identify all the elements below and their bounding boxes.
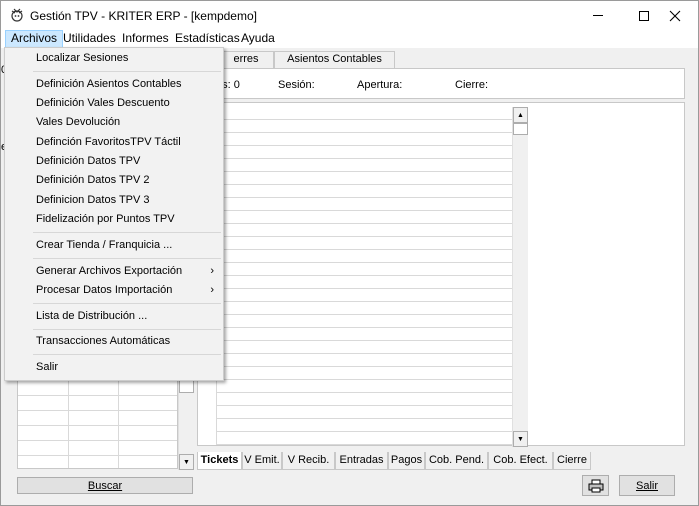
- tab-tickets[interactable]: Tickets: [197, 452, 242, 470]
- menu-item-fidelizacion[interactable]: Fidelización por Puntos TPV: [6, 210, 222, 229]
- menu-item-datos-tpv[interactable]: Definición Datos TPV: [6, 152, 222, 171]
- tab-pagos[interactable]: Pagos: [388, 452, 425, 470]
- menu-separator: [33, 232, 221, 233]
- cierre-label: Cierre:: [455, 79, 489, 91]
- minimize-icon: [593, 15, 603, 16]
- tab-asientos-contables[interactable]: Asientos Contables: [274, 51, 395, 68]
- menu-separator: [33, 258, 221, 259]
- menu-ayuda[interactable]: Ayuda: [236, 30, 280, 48]
- scroll-down-button[interactable]: ▼: [513, 431, 528, 447]
- main-window: Gestión TPV - KRITER ERP - [kempdemo] Ar…: [0, 0, 699, 506]
- menu-item-datos-tpv-2[interactable]: Definición Datos TPV 2: [6, 171, 222, 190]
- submenu-chevron-right-icon: ›: [210, 284, 214, 296]
- tab-entradas[interactable]: Entradas: [335, 452, 388, 470]
- menu-item-salir[interactable]: Salir: [6, 358, 222, 377]
- minimize-button[interactable]: [575, 1, 621, 30]
- arrow-down-icon: ▼: [183, 458, 190, 466]
- menu-informes[interactable]: Informes: [117, 30, 174, 48]
- printer-icon: [588, 479, 603, 492]
- arrow-up-icon: ▲: [517, 111, 524, 119]
- menu-item-crear-tienda[interactable]: Crear Tienda / Franquicia ...: [6, 236, 222, 255]
- menu-item-generar-exportacion[interactable]: Generar Archivos Exportación ›: [6, 262, 222, 281]
- salir-label: Salir: [635, 479, 658, 492]
- tickets-list[interactable]: [216, 107, 512, 445]
- tab-v-recib[interactable]: V Recib.: [282, 452, 335, 470]
- grid-column-divider: [68, 381, 69, 468]
- sesion-label: Sesión:: [278, 79, 315, 91]
- app-logo-icon: [11, 8, 23, 22]
- scroll-up-button[interactable]: ▲: [513, 107, 528, 123]
- close-icon: [669, 10, 681, 21]
- tab-v-emit[interactable]: V Emit.: [242, 452, 282, 470]
- close-button[interactable]: [652, 1, 698, 30]
- buscar-label: Buscar: [87, 479, 123, 492]
- menu-estadisticas[interactable]: Estadísticas: [170, 30, 245, 48]
- menu-item-procesar-importacion[interactable]: Procesar Datos Importación ›: [6, 281, 222, 300]
- menu-item-definicion-asientos[interactable]: Definición Asientos Contables: [6, 75, 222, 94]
- menu-item-localizar-sesiones[interactable]: Localizar Sesiones: [6, 49, 222, 68]
- menu-item-vales-devolucion[interactable]: Vales Devolución: [6, 113, 222, 132]
- archivos-dropdown-menu: Localizar Sesiones Definición Asientos C…: [4, 47, 224, 381]
- scroll-thumb[interactable]: [513, 123, 528, 135]
- tab-cob-efect[interactable]: Cob. Efect.: [488, 452, 553, 470]
- menu-item-favoritos-tactil[interactable]: Definción FavoritosTPV Táctil: [6, 133, 222, 152]
- menu-bar: Archivos Utilidades Informes Estadística…: [1, 30, 698, 48]
- menu-separator: [33, 71, 221, 72]
- menu-separator: [33, 354, 221, 355]
- menu-utilidades[interactable]: Utilidades: [58, 30, 121, 48]
- menu-item-datos-tpv-3[interactable]: Definicion Datos TPV 3: [6, 191, 222, 210]
- scroll-down-button[interactable]: ▼: [179, 454, 194, 470]
- tab-cierre[interactable]: Cierre: [553, 452, 591, 470]
- salir-button[interactable]: Salir: [619, 475, 675, 496]
- print-button[interactable]: [582, 475, 609, 496]
- session-info-panel: ets: 0 Sesión: Apertura: Cierre:: [197, 68, 685, 99]
- menu-item-lista-distribucion[interactable]: Lista de Distribución ...: [6, 307, 222, 326]
- scroll-thumb[interactable]: [179, 380, 194, 393]
- window-title: Gestión TPV - KRITER ERP - [kempdemo]: [30, 9, 257, 23]
- tab-cob-pend[interactable]: Cob. Pend.: [425, 452, 488, 470]
- title-bar[interactable]: Gestión TPV - KRITER ERP - [kempdemo]: [1, 1, 698, 30]
- grid-column-divider: [118, 381, 119, 468]
- menu-item-transacciones[interactable]: Transacciones Automáticas: [6, 332, 222, 351]
- apertura-label: Apertura:: [357, 79, 403, 91]
- menu-archivos[interactable]: Archivos: [5, 30, 64, 48]
- menu-item-label: Generar Archivos Exportación: [36, 265, 183, 277]
- menu-separator: [33, 303, 221, 304]
- arrow-down-icon: ▼: [517, 435, 524, 443]
- maximize-icon: [639, 10, 649, 21]
- menu-item-label: Procesar Datos Importación: [36, 284, 173, 296]
- sessions-scrollbar[interactable]: ▼: [178, 380, 194, 470]
- tab-cierres[interactable]: erres: [219, 51, 274, 68]
- sessions-grid[interactable]: [17, 380, 178, 469]
- buscar-button[interactable]: Buscar: [17, 477, 193, 494]
- submenu-chevron-right-icon: ›: [210, 265, 214, 277]
- tickets-scrollbar[interactable]: ▲ ▼: [512, 107, 528, 447]
- menu-separator: [33, 329, 221, 330]
- menu-item-definicion-vales[interactable]: Definición Vales Descuento: [6, 94, 222, 113]
